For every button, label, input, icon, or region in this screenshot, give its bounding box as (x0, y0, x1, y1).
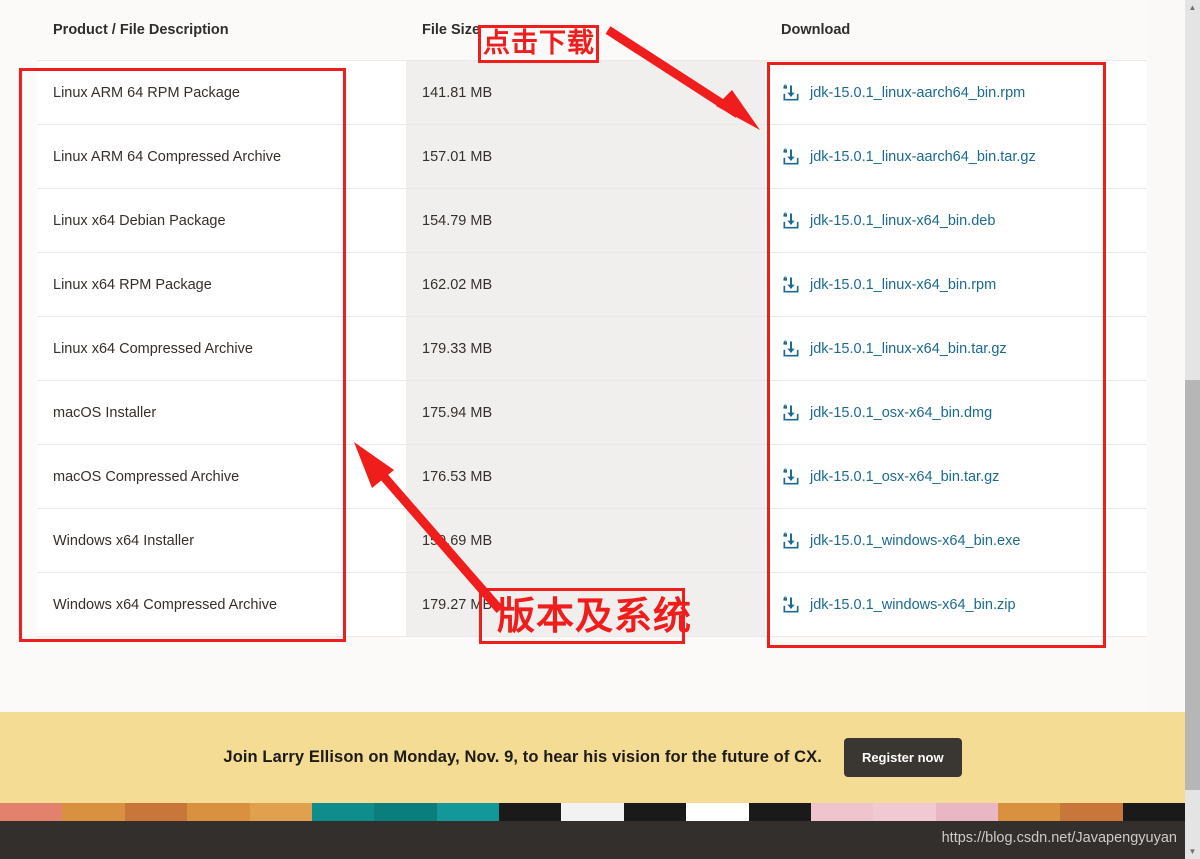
strip-segment (623, 803, 687, 821)
secure-download-icon (783, 275, 799, 292)
cell-download: jdk-15.0.1_osx-x64_bin.dmg (765, 380, 1147, 445)
cell-download: jdk-15.0.1_windows-x64_bin.zip (765, 572, 1147, 637)
cell-description: Linux x64 RPM Package (37, 252, 406, 317)
cell-file-size: 141.81 MB (406, 60, 765, 125)
page-canvas: This software is licensed under the Orac… (0, 0, 1185, 859)
cell-description: Windows x64 Installer (37, 508, 406, 573)
annotation-label-click-download: 点击下载 (483, 28, 595, 59)
table-row: Windows x64 Installer 159.69 MB jdk-15.0.1… (37, 508, 1147, 573)
scroll-down-arrow-icon[interactable]: ▼ (1185, 844, 1200, 859)
download-link[interactable]: jdk-15.0.1_linux-aarch64_bin.tar.gz (810, 149, 1036, 165)
secure-download-icon (783, 595, 799, 612)
cell-download: jdk-15.0.1_linux-x64_bin.rpm (765, 252, 1147, 317)
secure-download-icon (783, 531, 799, 548)
download-link[interactable]: jdk-15.0.1_osx-x64_bin.tar.gz (810, 469, 999, 485)
cell-download: jdk-15.0.1_linux-aarch64_bin.tar.gz (765, 124, 1147, 189)
cell-download: jdk-15.0.1_windows-x64_bin.exe (765, 508, 1147, 573)
cell-download: jdk-15.0.1_osx-x64_bin.tar.gz (765, 444, 1147, 509)
secure-download-icon (783, 467, 799, 484)
strip-segment (935, 803, 998, 821)
cell-description: Linux ARM 64 RPM Package (37, 60, 406, 125)
download-link[interactable]: jdk-15.0.1_osx-x64_bin.dmg (810, 405, 992, 421)
annotation-label-version-system: 版本及系统 (497, 594, 693, 638)
download-link[interactable]: jdk-15.0.1_linux-x64_bin.tar.gz (810, 341, 1007, 357)
table-row: Linux x64 Debian Package 154.79 MB jdk-15.… (37, 188, 1147, 253)
strip-segment (748, 803, 811, 821)
secure-download-icon (783, 147, 799, 164)
table-row: Linux x64 Compressed Archive 179.33 MB jdk… (37, 316, 1147, 381)
table-row: Linux ARM 64 RPM Package 141.81 MB jdk-15.… (37, 60, 1147, 125)
vertical-scrollbar[interactable]: ▲ ▼ (1185, 0, 1200, 859)
strip-segment (0, 803, 63, 821)
strip-segment (499, 803, 562, 821)
decorative-strip (0, 803, 1185, 821)
cell-description: macOS Installer (37, 380, 406, 445)
scrollbar-thumb[interactable] (1185, 380, 1200, 790)
strip-segment (810, 803, 874, 821)
secure-download-icon (783, 403, 799, 420)
cell-description: Linux x64 Compressed Archive (37, 316, 406, 381)
cell-file-size: 157.01 MB (406, 124, 765, 189)
strip-segment (124, 803, 188, 821)
download-link[interactable]: jdk-15.0.1_linux-x64_bin.deb (810, 213, 995, 229)
watermark-url: https://blog.csdn.net/Javapengyuyan (941, 830, 1177, 846)
strip-segment (249, 803, 312, 821)
secure-download-icon (783, 211, 799, 228)
cell-file-size: 179.33 MB (406, 316, 765, 381)
table-row: macOS Installer 175.94 MB jdk-15.0.1_osx-x… (37, 380, 1147, 445)
downloads-table-body: Linux ARM 64 RPM Package 141.81 MB jdk-15.… (37, 60, 1147, 637)
strip-segment (686, 803, 749, 821)
cell-download: jdk-15.0.1_linux-x64_bin.tar.gz (765, 316, 1147, 381)
strip-segment (187, 803, 250, 821)
strip-segment (998, 803, 1061, 821)
downloads-table: Product / File Description File Size Dow… (37, 22, 1147, 637)
download-link[interactable]: jdk-15.0.1_windows-x64_bin.exe (810, 533, 1020, 549)
download-link[interactable]: jdk-15.0.1_windows-x64_bin.zip (810, 597, 1016, 613)
cell-download: jdk-15.0.1_linux-x64_bin.deb (765, 188, 1147, 253)
strip-segment (873, 803, 936, 821)
strip-segment (311, 803, 375, 821)
cell-description: Windows x64 Compressed Archive (37, 572, 406, 637)
column-header-description: Product / File Description (37, 22, 406, 61)
secure-download-icon (783, 339, 799, 356)
cell-description: Linux x64 Debian Package (37, 188, 406, 253)
scroll-up-arrow-icon[interactable]: ▲ (1185, 0, 1200, 15)
download-link[interactable]: jdk-15.0.1_linux-x64_bin.rpm (810, 277, 996, 293)
strip-segment (561, 803, 624, 821)
strip-segment (1122, 803, 1185, 821)
strip-segment (436, 803, 499, 821)
strip-segment (374, 803, 437, 821)
strip-segment (1060, 803, 1123, 821)
column-header-download: Download (765, 22, 1147, 61)
table-row: macOS Compressed Archive 176.53 MB jdk-15.… (37, 444, 1147, 509)
table-row: Linux ARM 64 Compressed Archive 157.01 MB… (37, 124, 1147, 189)
cell-file-size: 175.94 MB (406, 380, 765, 445)
cell-description: macOS Compressed Archive (37, 444, 406, 509)
cell-file-size: 162.02 MB (406, 252, 765, 317)
cell-download: jdk-15.0.1_linux-aarch64_bin.rpm (765, 60, 1147, 125)
download-link[interactable]: jdk-15.0.1_linux-aarch64_bin.rpm (810, 85, 1025, 101)
table-row: Linux x64 RPM Package 162.02 MB jdk-15.0.1… (37, 252, 1147, 317)
strip-segment (62, 803, 125, 821)
cell-file-size: 154.79 MB (406, 188, 765, 253)
promo-banner: Join Larry Ellison on Monday, Nov. 9, to… (0, 712, 1185, 803)
promo-banner-text: Join Larry Ellison on Monday, Nov. 9, to… (223, 748, 822, 766)
cell-file-size: 176.53 MB (406, 444, 765, 509)
register-now-button[interactable]: Register now (843, 738, 962, 777)
secure-download-icon (783, 83, 799, 100)
cell-file-size: 159.69 MB (406, 508, 765, 573)
cell-description: Linux ARM 64 Compressed Archive (37, 124, 406, 189)
